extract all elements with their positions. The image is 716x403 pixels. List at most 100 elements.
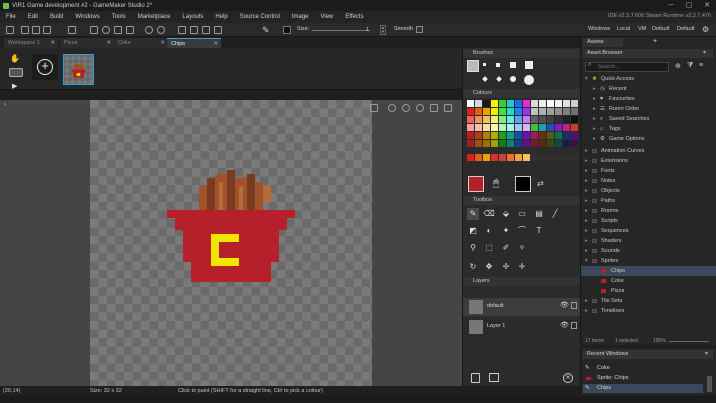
layout-link-default-a[interactable]: Default: [652, 26, 669, 32]
brush-dot-3[interactable]: [510, 62, 516, 68]
menu-effects[interactable]: Effects: [339, 14, 369, 20]
tree-folder-shaders[interactable]: ▸ Shaders: [581, 236, 716, 246]
zoom-out-icon[interactable]: [178, 26, 186, 34]
pencil-tool-icon[interactable]: ✎: [467, 208, 479, 220]
palette-swatch[interactable]: [491, 108, 498, 115]
ellipse-tool-icon[interactable]: ◐: [483, 225, 495, 237]
palette-swatch[interactable]: [571, 154, 578, 161]
palette-swatch[interactable]: [523, 124, 530, 131]
palette-swatch[interactable]: [555, 154, 562, 161]
palette-swatch[interactable]: [475, 124, 482, 131]
run-icon[interactable]: [102, 26, 110, 34]
tree-folder-notes[interactable]: ▸ Notes: [581, 176, 716, 186]
asset-browser-dropdown[interactable]: Asset Browser: [583, 49, 713, 58]
zoom-out-icon[interactable]: [388, 104, 396, 112]
new-project-icon[interactable]: [21, 26, 29, 34]
palette-swatch[interactable]: [507, 124, 514, 131]
menu-edit[interactable]: Edit: [22, 14, 44, 20]
palette-swatch[interactable]: [547, 154, 554, 161]
tree-recent[interactable]: ▸ ◷ Recent: [581, 84, 716, 94]
eyedropper-tool-icon[interactable]: ⚲: [467, 242, 479, 254]
tree-quick-access[interactable]: ▾ ★ Quick Access: [581, 74, 716, 84]
menu-windows[interactable]: Windows: [69, 14, 105, 20]
palette-swatch[interactable]: [547, 124, 554, 131]
palette-swatch[interactable]: [563, 108, 570, 115]
tree-folder-animation-curves[interactable]: ▸ Animation Curves: [581, 146, 716, 156]
size-stepper[interactable]: ▲ ▼: [380, 25, 386, 35]
pan-tool-icon[interactable]: ✛: [516, 261, 528, 273]
spray-tool-icon[interactable]: ✦: [500, 225, 512, 237]
palette-swatch[interactable]: [523, 140, 530, 147]
palette-swatch[interactable]: [475, 100, 482, 107]
palette-swatch[interactable]: [563, 154, 570, 161]
palette-swatch[interactable]: [539, 154, 546, 161]
palette-swatch[interactable]: [563, 140, 570, 147]
palette-swatch[interactable]: [483, 140, 490, 147]
palette-swatch[interactable]: [523, 132, 530, 139]
palette-swatch[interactable]: [555, 100, 562, 107]
recent-scrollbar[interactable]: [707, 376, 712, 392]
palette-swatch[interactable]: [499, 108, 506, 115]
palette-swatch[interactable]: [539, 116, 546, 123]
close-icon[interactable]: ✕: [160, 38, 165, 48]
palette-swatch[interactable]: [491, 124, 498, 131]
palette-swatch[interactable]: [507, 116, 514, 123]
palette-swatch[interactable]: [539, 108, 546, 115]
fill-tool-icon[interactable]: ⬙: [500, 208, 512, 220]
close-icon[interactable]: ✕: [50, 38, 55, 48]
select-shape-tool-icon[interactable]: ◩: [467, 225, 479, 237]
palette-swatch[interactable]: [555, 108, 562, 115]
assets-tab[interactable]: Assets: [583, 38, 623, 47]
brush-diamond-2[interactable]: [496, 76, 502, 82]
primary-colour-swatch[interactable]: [468, 176, 484, 192]
tree-folder-paths[interactable]: ▸ Paths: [581, 196, 716, 206]
settings-gear-icon[interactable]: ⚙: [702, 25, 709, 34]
palette-swatch[interactable]: [499, 124, 506, 131]
tree-folder-extensions[interactable]: ▸ Extensions: [581, 156, 716, 166]
palette-swatch[interactable]: [523, 116, 530, 123]
size-value[interactable]: 1: [366, 27, 369, 33]
palette-swatch[interactable]: [467, 100, 474, 107]
tab-pizza[interactable]: Pizza ✕: [60, 38, 114, 48]
stop-icon[interactable]: [114, 26, 122, 34]
palette-swatch[interactable]: [515, 132, 522, 139]
menu-file[interactable]: File: [0, 14, 22, 20]
curve-tool-icon[interactable]: ⌒: [516, 225, 528, 237]
tree-folder-fonts[interactable]: ▸ Fonts: [581, 166, 716, 176]
menu-image[interactable]: Image: [286, 14, 315, 20]
tab-coke[interactable]: Coke ✕: [114, 38, 168, 48]
eraser-tool-icon[interactable]: ⌫: [483, 208, 495, 220]
help-icon[interactable]: [157, 26, 165, 34]
package-icon[interactable]: [68, 26, 76, 34]
tree-folder-sounds[interactable]: ▸ Sounds: [581, 246, 716, 256]
maximize-button[interactable]: ▢: [680, 0, 698, 11]
palette-swatch[interactable]: [563, 124, 570, 131]
palette-swatch[interactable]: [523, 100, 530, 107]
brush-square-small[interactable]: [467, 60, 479, 72]
tree-folder-sprites[interactable]: ▾ Sprites: [581, 256, 716, 266]
palette-swatch[interactable]: [563, 100, 570, 107]
palette-swatch[interactable]: [547, 108, 554, 115]
menu-build[interactable]: Build: [44, 14, 69, 20]
menu-view[interactable]: View: [314, 14, 339, 20]
add-layer-icon[interactable]: [471, 373, 480, 383]
palette-swatch[interactable]: [475, 116, 482, 123]
palette-swatch[interactable]: [507, 140, 514, 147]
palette-swatch[interactable]: [571, 140, 578, 147]
menu-help[interactable]: Help: [209, 14, 233, 20]
zoom-fit-icon[interactable]: [202, 26, 210, 34]
recent-item-coke[interactable]: ✎ Coke: [583, 364, 703, 373]
hand-icon[interactable]: ✋: [10, 54, 20, 63]
frame-thumbnail[interactable]: [63, 54, 94, 85]
palette-swatch[interactable]: [531, 140, 538, 147]
palette-swatch[interactable]: [515, 108, 522, 115]
palette-swatch[interactable]: [531, 132, 538, 139]
zoom-fit-icon[interactable]: [416, 104, 424, 112]
tree-game-options[interactable]: ▸ ⚙ Game Options: [581, 134, 716, 144]
palette-swatch[interactable]: [467, 116, 474, 123]
palette-swatch[interactable]: [499, 140, 506, 147]
lock-icon[interactable]: [571, 322, 577, 329]
grid-icon[interactable]: [370, 104, 378, 112]
tab-workspace-1[interactable]: Workspace 1 ✕: [4, 38, 58, 48]
palette-swatch[interactable]: [547, 132, 554, 139]
